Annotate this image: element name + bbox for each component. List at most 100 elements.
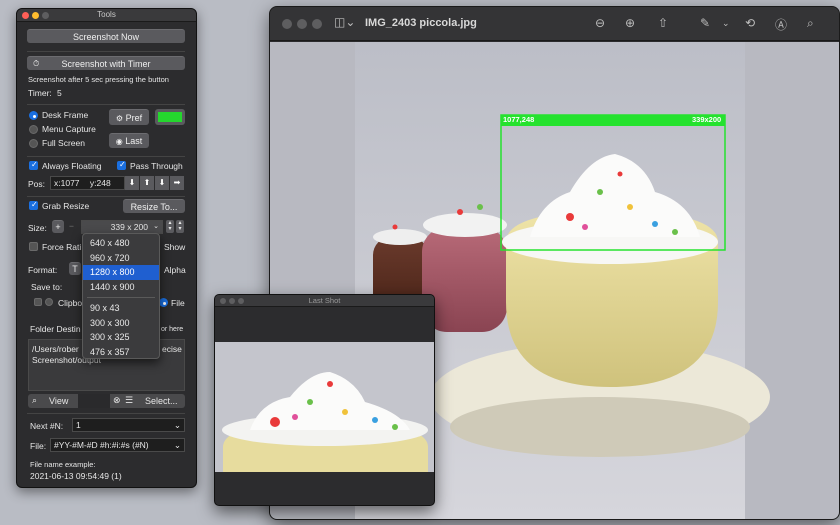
close-button[interactable] [282, 19, 292, 29]
pref-button[interactable]: ⚙ Pref [109, 109, 149, 125]
dropdown-item[interactable]: 300 x 325 [83, 330, 159, 345]
selection-size: 339x200 [692, 115, 722, 124]
timer-label: Timer: [28, 88, 52, 98]
format-popup[interactable]: T [69, 262, 81, 275]
folder-toolbar: ⌕ View ⊗ ☰ Select... [28, 394, 185, 408]
divider [27, 156, 185, 157]
divider [27, 51, 185, 52]
dropdown-item[interactable]: 640 x 480 [83, 236, 159, 251]
size-stepper-b[interactable]: ▴ ▾ [176, 220, 184, 233]
size-popup[interactable]: 339 x 200 ⌄ [81, 220, 163, 234]
search-icon[interactable]: ⌕ [32, 394, 37, 408]
pref-label: Pref [125, 113, 143, 123]
timer-value[interactable]: 5 [57, 88, 62, 98]
clipboard-label: Clipbo [58, 298, 83, 308]
last-shot-title: Last Shot [308, 296, 341, 305]
view-button[interactable]: View [49, 394, 68, 408]
force-ratio-checkbox[interactable] [29, 242, 38, 251]
dropdown-item[interactable]: 300 x 300 [83, 316, 159, 331]
dropdown-item-selected[interactable]: 1280 x 800 [83, 265, 159, 280]
sidebar-icon[interactable]: ◫⌄ [334, 15, 355, 29]
preview-titlebar: ◫⌄ IMG_2403 piccola.jpg ⊖ ⊕ ⇧ ✎ ⌄ ⟲ Ⓐ ⌕ [270, 7, 839, 41]
arrow-down-icon[interactable]: ⬇ [125, 176, 139, 190]
zoom-out-icon[interactable]: ⊖ [595, 16, 605, 30]
format-label: Format: [28, 265, 58, 275]
share-icon[interactable]: ⇧ [658, 16, 668, 30]
screenshot-now-button[interactable]: Screenshot Now [27, 29, 185, 43]
always-floating-label: Always Floating [42, 161, 102, 171]
file-pattern-value: #YY-#M-#D #h:#i:#s (#N) [54, 440, 149, 450]
eye-icon: ◉ [115, 137, 123, 146]
folder-path-line1: /Users/rober [32, 344, 79, 354]
dropdown-separator [87, 297, 155, 298]
chevron-down-icon: ⌄ [173, 440, 181, 450]
divider [27, 196, 185, 197]
markup-icon[interactable]: ✎ [700, 16, 710, 30]
alpha-label: Alpha [164, 265, 186, 275]
divider [27, 413, 185, 414]
clear-icon[interactable]: ⊗ [113, 394, 121, 408]
size-plus-button[interactable]: + [52, 220, 64, 233]
example-value: 2021-06-13 09:54:49 (1) [30, 471, 122, 481]
document-title: IMG_2403 piccola.jpg [365, 17, 477, 29]
mode-radio-full-screen[interactable] [29, 139, 38, 148]
list-icon: ☰ [125, 396, 134, 406]
dropdown-item[interactable]: 1440 x 900 [83, 280, 159, 295]
file-label: File [171, 298, 185, 308]
gear-icon: ⚙ [115, 114, 124, 123]
mode-radio-desk-frame[interactable] [29, 111, 38, 120]
mode-radio-menu-capture[interactable] [29, 125, 38, 134]
size-dropdown-menu: 640 x 480 960 x 720 1280 x 800 1440 x 90… [82, 233, 160, 359]
next-number-field[interactable]: 1 ⌄ [72, 418, 185, 432]
screenshot-timer-button[interactable]: ⏱ Screenshot with Timer [27, 56, 185, 70]
zoom-in-icon[interactable]: ⊕ [625, 16, 635, 30]
last-shot-titlebar: Last Shot [215, 295, 434, 307]
minimize-button[interactable] [297, 19, 307, 29]
annotate-icon[interactable]: Ⓐ [775, 16, 787, 33]
save-to-label: Save to: [31, 282, 63, 292]
zoom-button[interactable] [312, 19, 322, 29]
mode-label-full-screen: Full Screen [42, 138, 85, 148]
example-label: File name example: [30, 460, 96, 469]
file-pattern-field[interactable]: #YY-#M-#D #h:#i:#s (#N) ⌄ [50, 438, 185, 452]
clipboard-radio[interactable] [45, 298, 53, 306]
last-button[interactable]: ◉ Last [109, 133, 149, 148]
clipboard-checkbox[interactable] [34, 298, 42, 306]
last-label: Last [125, 136, 143, 146]
file-radio[interactable] [159, 298, 168, 307]
arrow-down-icon[interactable]: ⬇ [155, 176, 169, 190]
rotate-icon[interactable]: ⟲ [745, 16, 755, 30]
arrow-up-icon[interactable]: ⬆ [140, 176, 154, 190]
drop-hint: or here [161, 326, 184, 333]
chevron-down-icon: ⌄ [173, 420, 181, 430]
chevron-down-icon[interactable]: ⌄ [722, 19, 730, 29]
grab-resize-checkbox[interactable] [29, 200, 38, 210]
nudge-buttons: ⬇ ⬆ ⬇ ➡ [125, 176, 185, 190]
pass-through-label: Pass Through [130, 161, 183, 171]
search-icon[interactable]: ⌕ [807, 16, 814, 31]
chevron-down-icon: ⌄ [153, 223, 159, 230]
frame-color-well[interactable] [155, 109, 185, 125]
dropdown-item[interactable]: 476 x 357 [83, 345, 159, 360]
pass-through-checkbox[interactable] [117, 160, 126, 170]
dropdown-item[interactable]: 960 x 720 [83, 251, 159, 266]
size-value: 339 x 200 [110, 222, 148, 232]
position-field[interactable]: x:1077 y:248 [50, 176, 125, 190]
pos-x-value: x:1077 [54, 178, 80, 188]
dropdown-item[interactable]: 90 x 43 [83, 301, 159, 316]
always-floating-checkbox[interactable] [29, 160, 38, 170]
resize-to-button[interactable]: Resize To... [123, 199, 185, 213]
mode-label-menu-capture: Menu Capture [42, 124, 96, 134]
view-field[interactable] [78, 394, 110, 408]
last-shot-image [215, 342, 434, 472]
select-button[interactable]: Select... [145, 394, 178, 408]
tools-titlebar: Tools [17, 9, 196, 22]
next-number-label: Next #N: [30, 421, 64, 431]
folder-destination-label: Folder Destin [30, 324, 81, 334]
size-minus-button[interactable]: − [69, 221, 74, 231]
force-ratio-label: Force Rati [42, 242, 82, 252]
last-shot-window: Last Shot [214, 294, 435, 506]
arrow-right-icon[interactable]: ➡ [170, 176, 184, 190]
timer-hint: Screenshot after 5 sec pressing the butt… [28, 75, 169, 84]
size-stepper-a[interactable]: ▴ ▾ [166, 220, 174, 233]
